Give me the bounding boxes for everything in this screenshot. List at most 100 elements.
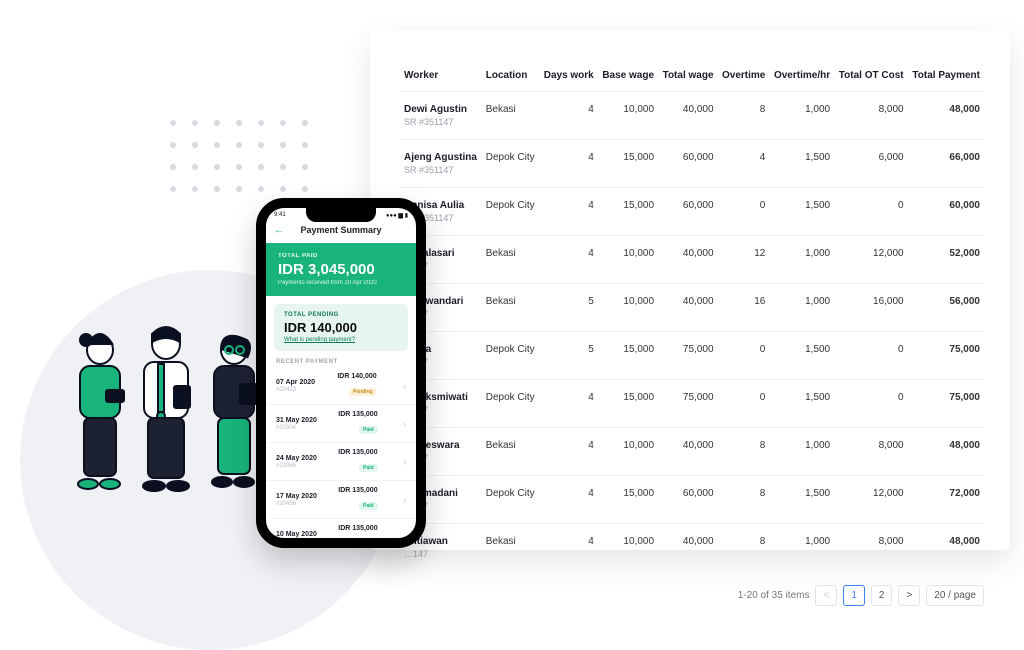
cell-total-wage: 40,000 [658, 428, 718, 476]
cell-payment: 72,000 [908, 476, 984, 524]
pagination-next[interactable]: > [898, 585, 920, 606]
col-days[interactable]: Days work [539, 60, 598, 92]
cell-payment: 75,000 [908, 380, 984, 428]
phone-notch [306, 208, 376, 222]
col-total-wage[interactable]: Total wage [658, 60, 718, 92]
cell-days: 4 [539, 524, 598, 572]
status-time: 9:41 [274, 212, 286, 219]
cell-ot-cost: 0 [834, 332, 908, 380]
payment-status-badge: Paid [359, 502, 378, 510]
cell-payment: 56,000 [908, 284, 984, 332]
table-row[interactable]: Annisa AuliaSR #351147Depok City415,0006… [400, 188, 984, 236]
cell-location: Bekasi [482, 92, 539, 140]
payment-amount: IDR 135,000 [338, 449, 377, 456]
pagination-page-2[interactable]: 2 [871, 585, 893, 606]
cell-overtime-hr: 1,000 [769, 524, 834, 572]
cell-total-wage: 60,000 [658, 188, 718, 236]
table-row[interactable]: …sita…147Depok City515,00075,00001,50007… [400, 332, 984, 380]
cell-overtime-hr: 1,500 [769, 332, 834, 380]
table-row[interactable]: …uswandari…147Bekasi510,00040,000161,000… [400, 284, 984, 332]
cell-overtime: 8 [718, 428, 770, 476]
chevron-right-icon: › [403, 533, 406, 543]
back-icon[interactable]: ← [274, 225, 284, 236]
table-row[interactable]: …itiawan…147Bekasi410,00040,00081,0008,0… [400, 524, 984, 572]
cell-days: 4 [539, 476, 598, 524]
payment-id: #22904 [276, 425, 317, 431]
cell-overtime-hr: 1,000 [769, 92, 834, 140]
payment-date: 31 May 2020 [276, 417, 317, 424]
cell-overtime-hr: 1,500 [769, 140, 834, 188]
pagination-per-page[interactable]: 20 / page [926, 585, 984, 606]
cell-base: 10,000 [598, 236, 658, 284]
chevron-right-icon: › [403, 495, 406, 505]
payment-row[interactable]: 07 Apr 2020#22423IDR 140,000Pending› [266, 367, 416, 405]
payment-amount: IDR 135,000 [338, 525, 377, 532]
cell-location: Depok City [482, 380, 539, 428]
payment-status-badge: Pending [349, 388, 377, 396]
payment-amount: IDR 135,000 [338, 487, 377, 494]
cell-total-wage: 40,000 [658, 236, 718, 284]
chevron-right-icon: › [403, 419, 406, 429]
cell-location: Depok City [482, 140, 539, 188]
table-row[interactable]: Dewi AgustinSR #351147Bekasi410,00040,00… [400, 92, 984, 140]
payment-row[interactable]: 31 May 2020#22904IDR 135,000Paid› [266, 405, 416, 443]
cell-overtime: 0 [718, 332, 770, 380]
payments-list: 07 Apr 2020#22423IDR 140,000Pending›31 M… [266, 367, 416, 548]
payment-row[interactable]: 24 May 2020#21986IDR 135,000Paid› [266, 443, 416, 481]
cell-overtime-hr: 1,000 [769, 284, 834, 332]
worker-sr: …147 [404, 549, 478, 559]
worker-sr: SR #351147 [404, 165, 478, 175]
cell-payment: 52,000 [908, 236, 984, 284]
chevron-right-icon: › [403, 381, 406, 391]
cell-ot-cost: 12,000 [834, 476, 908, 524]
cell-payment: 48,000 [908, 428, 984, 476]
screen-title: Payment Summary [274, 225, 408, 235]
cell-overtime-hr: 1,000 [769, 236, 834, 284]
pagination: 1-20 of 35 items < 1 2 > 20 / page [400, 585, 984, 606]
total-pending-amount: IDR 140,000 [284, 320, 398, 335]
total-paid-card: TOTAL PAID IDR 3,045,000 Payments receiv… [266, 243, 416, 296]
chevron-right-icon: › [403, 457, 406, 467]
col-worker[interactable]: Worker [400, 60, 482, 92]
payment-date: 24 May 2020 [276, 455, 317, 462]
pagination-summary: 1-20 of 35 items [738, 590, 810, 601]
payment-date: 07 Apr 2020 [276, 379, 315, 386]
payment-row[interactable]: 10 May 2020#197864IDR 135,000Paid› [266, 519, 416, 548]
payment-id: #21986 [276, 463, 317, 469]
table-row[interactable]: Ajeng AgustinaSR #351147Depok City415,00… [400, 140, 984, 188]
payment-row[interactable]: 17 May 2020#20456IDR 135,000Paid› [266, 481, 416, 519]
col-overtime[interactable]: Overtime [718, 60, 770, 92]
cell-payment: 48,000 [908, 92, 984, 140]
total-paid-amount: IDR 3,045,000 [278, 261, 404, 278]
table-row[interactable]: …Laksmiwati…147Depok City415,00075,00001… [400, 380, 984, 428]
table-row[interactable]: …malasari…147Bekasi410,00040,000121,0001… [400, 236, 984, 284]
cell-days: 4 [539, 380, 598, 428]
decorative-dots [170, 120, 308, 192]
pagination-page-1[interactable]: 1 [843, 585, 865, 606]
table-row[interactable]: …tamadani…147Depok City415,00060,00081,5… [400, 476, 984, 524]
col-payment[interactable]: Total Payment [908, 60, 984, 92]
total-paid-label: TOTAL PAID [278, 253, 404, 259]
cell-overtime: 8 [718, 476, 770, 524]
worker-name: Dewi AgustinSR #351147 [400, 92, 482, 140]
pagination-prev[interactable]: < [815, 585, 837, 606]
cell-overtime-hr: 1,500 [769, 476, 834, 524]
total-paid-sub: Payments received from 20 Apr 2020 [278, 280, 404, 286]
col-base[interactable]: Base wage [598, 60, 658, 92]
col-overtime-hr[interactable]: Overtime/hr [769, 60, 834, 92]
col-ot-cost[interactable]: Total OT Cost [834, 60, 908, 92]
cell-overtime: 0 [718, 188, 770, 236]
cell-days: 5 [539, 284, 598, 332]
cell-total-wage: 75,000 [658, 380, 718, 428]
cell-days: 4 [539, 188, 598, 236]
cell-overtime: 16 [718, 284, 770, 332]
cell-ot-cost: 16,000 [834, 284, 908, 332]
table-row[interactable]: …aheswara…147Bekasi410,00040,00081,0008,… [400, 428, 984, 476]
col-location[interactable]: Location [482, 60, 539, 92]
cell-location: Depok City [482, 188, 539, 236]
payroll-table: Worker Location Days work Base wage Tota… [400, 60, 984, 571]
payment-id: #197864 [276, 539, 317, 545]
pending-info-link[interactable]: What is pending payment? [284, 337, 398, 343]
total-pending-label: TOTAL PENDING [284, 312, 398, 318]
cell-total-wage: 60,000 [658, 476, 718, 524]
